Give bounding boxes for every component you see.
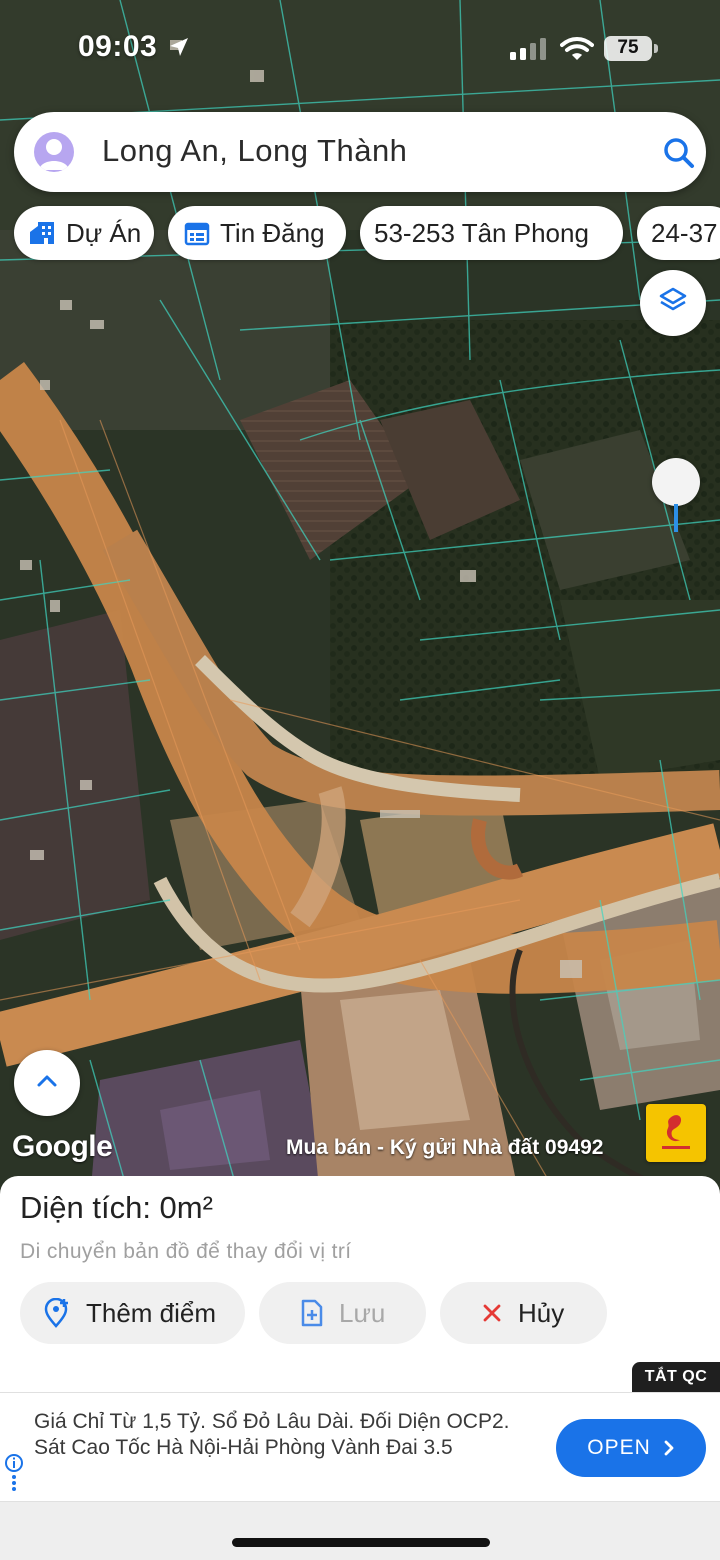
battery-icon: 75: [604, 36, 652, 61]
layers-button[interactable]: [640, 270, 706, 336]
chip-location-1[interactable]: 53-253 Tân Phong: [360, 206, 623, 260]
info-icon[interactable]: [4, 1453, 24, 1498]
app-screen: 09:03 75 Long An, Long Thành Dự Án Tin Đ…: [0, 0, 720, 1560]
wifi-icon: [560, 36, 594, 67]
user-avatar-icon[interactable]: [34, 132, 74, 172]
chip-label: Tin Đăng: [220, 217, 325, 248]
search-query[interactable]: Long An, Long Thành: [102, 133, 407, 169]
add-point-button[interactable]: Thêm điểm: [20, 1282, 245, 1344]
hint-text: Di chuyển bản đồ để thay đổi vị trí: [20, 1240, 352, 1263]
save-file-icon: [301, 1299, 323, 1327]
building-icon: [28, 220, 56, 246]
chip-location-2[interactable]: 24-37: [637, 206, 720, 260]
battery-level: 75: [617, 37, 639, 58]
cellular-signal-icon: [508, 38, 548, 65]
home-area: [0, 1502, 720, 1560]
opacity-slider-handle[interactable]: [652, 458, 700, 506]
save-button[interactable]: Lưu: [259, 1282, 426, 1344]
chevron-up-icon: [36, 1074, 58, 1093]
chip-label: 53-253 Tân Phong: [374, 217, 589, 248]
listing-icon: [184, 220, 210, 246]
chip-tin-dang[interactable]: Tin Đăng: [168, 206, 346, 260]
expand-button[interactable]: [14, 1050, 80, 1116]
pivland-logo-icon[interactable]: [646, 1104, 706, 1162]
ad-open-label: OPEN: [587, 1436, 651, 1459]
chip-label: 24-37: [651, 217, 718, 248]
location-arrow-icon: [168, 36, 190, 63]
google-attribution: Google: [12, 1130, 113, 1163]
map-watermark: Mua bán - Ký gửi Nhà đất 09492: [286, 1136, 604, 1159]
chevron-right-icon: [663, 1439, 675, 1457]
close-ad-button[interactable]: TẮT QC: [632, 1362, 720, 1392]
cancel-button[interactable]: Hủy: [440, 1282, 607, 1344]
satellite-map[interactable]: 09:03 75 Long An, Long Thành Dự Án Tin Đ…: [0, 0, 720, 1200]
filter-chips: Dự Án Tin Đăng 53-253 Tân Phong 24-37: [0, 206, 720, 262]
ad-open-button[interactable]: OPEN: [556, 1419, 706, 1477]
home-indicator[interactable]: [232, 1538, 490, 1547]
add-point-label: Thêm điểm: [86, 1297, 217, 1328]
chip-label: Dự Án: [66, 217, 142, 248]
status-bar: 09:03 75: [0, 0, 720, 100]
opacity-slider-track[interactable]: [674, 504, 678, 532]
close-icon: [482, 1303, 502, 1323]
layers-icon: [658, 286, 688, 321]
chip-du-an[interactable]: Dự Án: [14, 206, 154, 260]
cancel-label: Hủy: [518, 1297, 565, 1328]
search-bar[interactable]: Long An, Long Thành: [14, 112, 706, 192]
status-time: 09:03: [78, 30, 158, 63]
add-location-icon: [44, 1298, 70, 1328]
ad-text: Giá Chỉ Từ 1,5 Tỷ. Sổ Đỏ Lâu Dài. Đối Di…: [34, 1410, 510, 1459]
area-label: Diện tích: 0m²: [20, 1190, 213, 1225]
ad-banner[interactable]: Giá Chỉ Từ 1,5 Tỷ. Sổ Đỏ Lâu Dài. Đối Di…: [0, 1392, 720, 1502]
save-label: Lưu: [339, 1297, 386, 1328]
search-icon[interactable]: [662, 136, 696, 175]
battery-tip: [654, 44, 658, 53]
